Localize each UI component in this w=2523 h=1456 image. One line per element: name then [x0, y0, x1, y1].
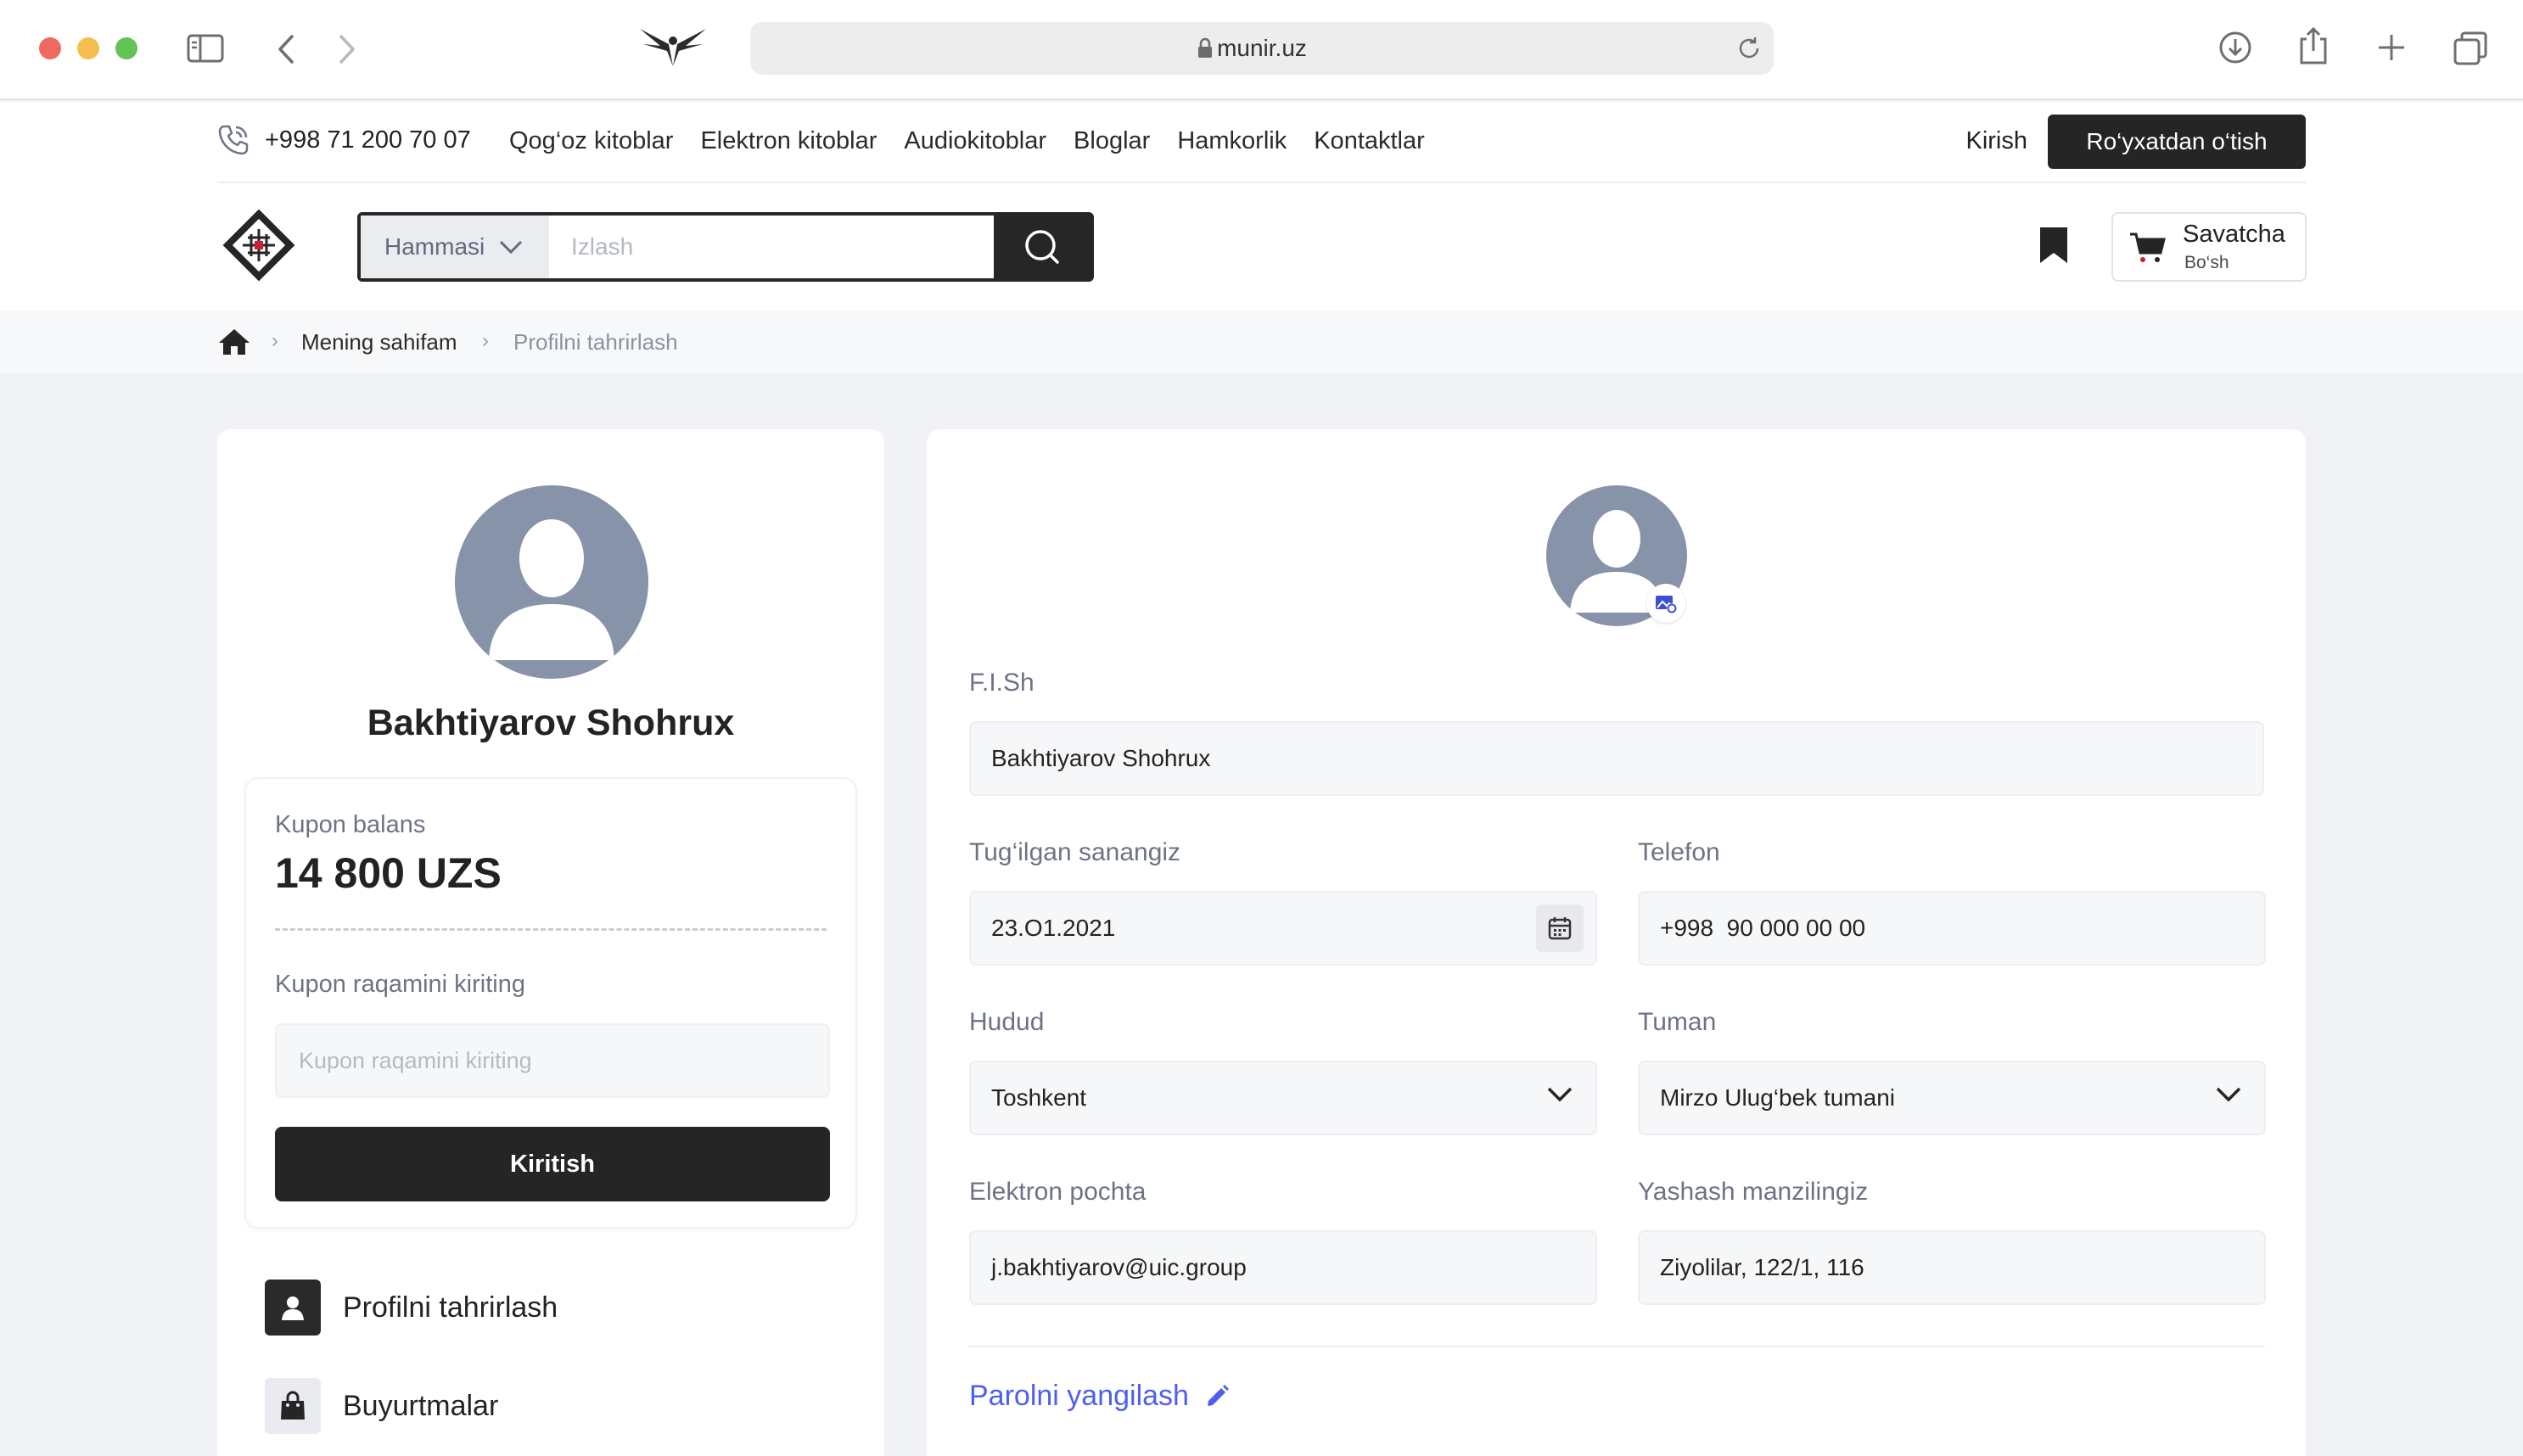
- address-label: Yashash manzilingiz: [1638, 1178, 1869, 1206]
- forward-icon[interactable]: [338, 34, 356, 64]
- divider: [275, 928, 827, 931]
- address-field[interactable]: Ziyolilar, 122/1, 116: [1638, 1230, 2266, 1305]
- phone-number: +998 71 200 70 07: [265, 126, 471, 154]
- search-input[interactable]: [549, 216, 994, 278]
- fullname-field[interactable]: Bakhtiyarov Shohrux: [969, 721, 2264, 796]
- change-photo-icon[interactable]: [1646, 584, 1685, 623]
- region-select[interactable]: Toshkent: [969, 1061, 1597, 1135]
- phone-label: Telefon: [1638, 838, 1720, 866]
- nav-partnership[interactable]: Hamkorlik: [1177, 127, 1287, 155]
- site-logo[interactable]: [217, 204, 300, 287]
- search-category-select[interactable]: Hammasi: [361, 216, 549, 278]
- breadcrumb-my-page[interactable]: Mening sahifam: [301, 329, 457, 356]
- pencil-icon: [1204, 1384, 1230, 1409]
- birthdate-label: Tug‘ilgan sanangiz: [969, 838, 1181, 866]
- user-silhouette-icon: [489, 519, 614, 660]
- search-icon: [1023, 228, 1061, 266]
- new-tab-icon[interactable]: [2376, 32, 2407, 63]
- sidebar-toggle-icon[interactable]: [187, 34, 224, 63]
- cart-title: Savatcha: [2183, 221, 2285, 248]
- top-bar: +998 71 200 70 07 Qog‘oz kitoblar Elektr…: [0, 102, 2523, 183]
- close-window-button[interactable]: [39, 37, 61, 59]
- site-favicon-icon: [635, 25, 711, 70]
- search-button[interactable]: [994, 216, 1090, 278]
- birthdate-field[interactable]: 23.O1.2021: [969, 891, 1597, 966]
- phone-field[interactable]: +998 90 000 00 00: [1638, 891, 2266, 966]
- nav-ebooks[interactable]: Elektron kitoblar: [700, 127, 877, 155]
- cart-button[interactable]: Savatcha Bo‘sh: [2111, 212, 2307, 282]
- divider: [969, 1346, 2265, 1347]
- nav-paper-books[interactable]: Qog‘oz kitoblar: [509, 127, 673, 155]
- breadcrumb: › Mening sahifam › Profilni tahrirlash: [0, 311, 2523, 373]
- chevron-down-icon: [498, 239, 524, 255]
- sidebar-item-edit-profile[interactable]: Profilni tahrirlash: [265, 1280, 558, 1336]
- phone-icon: [217, 124, 249, 156]
- tab-overview-icon[interactable]: [2453, 31, 2488, 66]
- district-value: Mirzo Ulug‘bek tumani: [1660, 1084, 1895, 1111]
- chevron-down-icon: [1546, 1086, 1573, 1103]
- nav-blogs[interactable]: Bloglar: [1074, 127, 1150, 155]
- cart-icon: [2128, 231, 2166, 265]
- search-bar: Hammasi: [357, 212, 1094, 282]
- region-value: Toshkent: [991, 1084, 1087, 1111]
- change-password-link[interactable]: Parolni yangilash: [969, 1380, 1230, 1413]
- lock-icon: [1197, 37, 1214, 59]
- main-nav: Qog‘oz kitoblar Elektron kitoblar Audiok…: [509, 127, 1425, 155]
- coupon-code-input[interactable]: [275, 1023, 830, 1098]
- breadcrumb-separator-icon: ›: [482, 329, 489, 352]
- email-field[interactable]: j.bakhtiyarov@uic.group: [969, 1230, 1597, 1305]
- coupon-input-label: Kupon raqamini kiriting: [275, 971, 525, 998]
- birthdate-value: 23.O1.2021: [991, 915, 1116, 941]
- shopping-bag-icon: [265, 1378, 321, 1434]
- cart-status: Bo‘sh: [2184, 253, 2229, 272]
- login-link[interactable]: Kirish: [1965, 127, 2027, 155]
- address-bar[interactable]: munir.uz: [750, 22, 1774, 75]
- coupon-balance-label: Kupon balans: [275, 811, 426, 838]
- breadcrumb-separator-icon: ›: [272, 329, 278, 352]
- user-name: Bakhtiyarov Shohrux: [367, 703, 735, 743]
- breadcrumb-current: Profilni tahrirlash: [513, 329, 678, 355]
- sidebar-item-orders[interactable]: Buyurtmalar: [265, 1378, 498, 1434]
- user-icon: [265, 1280, 321, 1336]
- url-text: munir.uz: [1217, 35, 1307, 61]
- avatar: [455, 485, 648, 679]
- signup-button[interactable]: Ro‘yxatdan o‘tish: [2048, 115, 2306, 169]
- home-icon[interactable]: [217, 328, 251, 356]
- nav-audiobooks[interactable]: Audiokitoblar: [904, 127, 1046, 155]
- site-header: Hammasi Savatcha Bo‘sh: [0, 183, 2523, 311]
- district-select[interactable]: Mirzo Ulug‘bek tumani: [1638, 1061, 2266, 1135]
- chevron-down-icon: [2215, 1086, 2242, 1103]
- coupon-balance-value: 14 800 UZS: [275, 849, 502, 897]
- email-label: Elektron pochta: [969, 1178, 1147, 1206]
- contact-phone[interactable]: +998 71 200 70 07: [217, 124, 471, 156]
- sidebar-item-label: Buyurtmalar: [343, 1389, 499, 1422]
- region-label: Hudud: [969, 1008, 1045, 1036]
- maximize-window-button[interactable]: [115, 37, 137, 59]
- profile-sidebar: Bakhtiyarov Shohrux Kupon balans 14 800 …: [217, 429, 884, 1456]
- browser-toolbar: munir.uz: [0, 0, 2523, 100]
- fullname-label: F.I.Sh: [969, 669, 1034, 697]
- coupon-panel: Kupon balans 14 800 UZS Kupon raqamini k…: [244, 777, 857, 1229]
- sidebar-item-label: Profilni tahrirlash: [343, 1291, 558, 1324]
- search-category-value: Hammasi: [384, 233, 485, 260]
- district-label: Tuman: [1638, 1008, 1717, 1036]
- calendar-icon[interactable]: [1536, 904, 1584, 952]
- minimize-window-button[interactable]: [77, 37, 99, 59]
- reload-icon[interactable]: [1736, 36, 1762, 61]
- back-icon[interactable]: [277, 34, 295, 64]
- change-password-label: Parolni yangilash: [969, 1380, 1189, 1412]
- download-icon[interactable]: [2218, 31, 2252, 64]
- nav-contacts[interactable]: Kontaktlar: [1314, 127, 1425, 155]
- coupon-submit-button[interactable]: Kiritish: [275, 1127, 830, 1201]
- share-icon[interactable]: [2298, 27, 2329, 64]
- profile-edit-form: F.I.Sh Bakhtiyarov Shohrux Tug‘ilgan san…: [927, 429, 2306, 1456]
- bookmark-icon[interactable]: [2038, 226, 2069, 265]
